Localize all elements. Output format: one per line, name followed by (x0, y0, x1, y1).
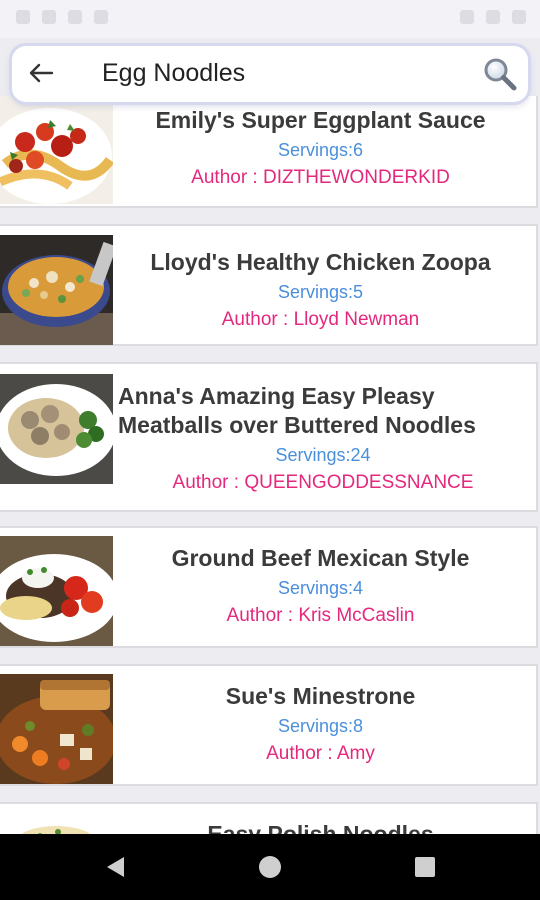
recipe-title: Emily's Super Eggplant Sauce (155, 107, 486, 133)
nav-home-button[interactable] (255, 852, 285, 882)
recipe-info: Lloyd's Healthy Chicken Zoopa Servings:5… (113, 248, 528, 335)
wifi-icon (460, 10, 474, 24)
recipe-info: Anna's Amazing Easy Pleasy Meatballs ove… (118, 382, 528, 498)
recipe-title-line2: Meatballs over Buttered Noodles (118, 412, 476, 438)
recipe-servings: Servings:6 (277, 140, 364, 160)
recipe-servings: Servings:8 (277, 716, 364, 736)
recipe-image (0, 235, 113, 345)
recipe-card[interactable]: Easy Polish Noodles (0, 802, 538, 834)
search-bar: Egg Noodles (12, 46, 528, 102)
recipe-image (0, 374, 113, 484)
recipe-card[interactable]: Anna's Amazing Easy Pleasy Meatballs ove… (0, 362, 538, 512)
back-button[interactable] (26, 58, 56, 88)
recipe-servings: Servings:24 (275, 445, 371, 465)
recipe-image (0, 536, 113, 646)
recipe-author: Author : DIZTHEWONDERKID (191, 167, 450, 188)
status-icons-left (16, 10, 108, 24)
search-input[interactable]: Egg Noodles (102, 56, 245, 90)
status-icon (16, 10, 30, 24)
arrow-left-icon (29, 63, 54, 83)
recipe-image (0, 96, 113, 204)
recipe-image (0, 674, 113, 784)
status-icon (42, 10, 56, 24)
recipe-servings: Servings:5 (277, 282, 364, 302)
recipe-author: Author : Lloyd Newman (221, 309, 420, 330)
magnifier-icon (484, 58, 517, 91)
status-icon (68, 10, 82, 24)
home-circle-icon (259, 856, 281, 878)
system-nav-bar (0, 834, 540, 900)
recipe-info: Ground Beef Mexican Style Servings:4 Aut… (113, 544, 528, 631)
back-triangle-icon (107, 857, 124, 877)
recipe-servings: Servings:4 (277, 578, 364, 598)
recipe-info: Emily's Super Eggplant Sauce Servings:6 … (113, 106, 528, 193)
recipe-title: Sue's Minestrone (225, 683, 416, 709)
recipe-image (0, 812, 113, 834)
recipe-info: Easy Polish Noodles (113, 820, 528, 834)
recipe-info: Sue's Minestrone Servings:8 Author : Amy (113, 682, 528, 769)
recipe-author: Author : QUEENGODDESSNANCE (172, 472, 474, 493)
status-bar (0, 0, 540, 38)
recipe-author: Author : Kris McCaslin (226, 605, 415, 626)
recipe-title-line1: Anna's Amazing Easy Pleasy (118, 383, 435, 409)
recipe-title: Easy Polish Noodles (207, 821, 434, 834)
recipe-list: Emily's Super Eggplant Sauce Servings:6 … (0, 96, 540, 834)
search-button[interactable] (480, 54, 520, 94)
status-icon (94, 10, 108, 24)
recipe-card[interactable]: Emily's Super Eggplant Sauce Servings:6 … (0, 96, 538, 208)
recipe-author: Author : Amy (266, 743, 375, 764)
recipe-card[interactable]: Sue's Minestrone Servings:8 Author : Amy (0, 664, 538, 786)
status-icons-right (460, 10, 526, 24)
nav-back-button[interactable] (100, 852, 130, 882)
recents-square-icon (415, 857, 435, 877)
battery-icon (512, 10, 526, 24)
signal-icon (486, 10, 500, 24)
recipe-title: Lloyd's Healthy Chicken Zoopa (150, 249, 491, 275)
recipe-title: Ground Beef Mexican Style (171, 545, 470, 571)
recipe-card[interactable]: Lloyd's Healthy Chicken Zoopa Servings:5… (0, 224, 538, 346)
nav-recents-button[interactable] (410, 852, 440, 882)
recipe-card[interactable]: Ground Beef Mexican Style Servings:4 Aut… (0, 526, 538, 648)
